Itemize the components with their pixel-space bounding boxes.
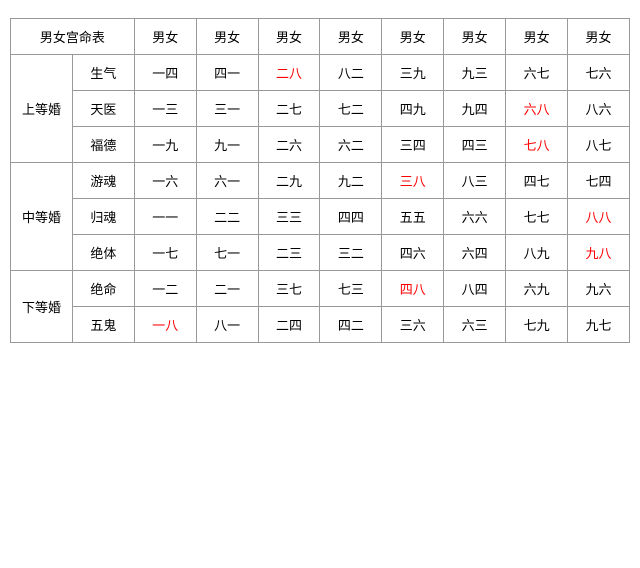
cell-value: 二三: [258, 235, 320, 271]
cell-value: 七六: [568, 55, 630, 91]
col-header-2: 男女: [196, 19, 258, 55]
cell-value: 四八: [382, 271, 444, 307]
col-header-3: 男女: [258, 19, 320, 55]
cell-value: 八三: [444, 163, 506, 199]
cell-value: 二六: [258, 127, 320, 163]
sub-label: 五鬼: [72, 307, 134, 343]
cell-value: 一九: [134, 127, 196, 163]
column-header-row: 男女宫命表 男女 男女 男女 男女 男女 男女 男女 男女: [11, 19, 630, 55]
cell-value: 二四: [258, 307, 320, 343]
header-label: 男女宫命表: [11, 19, 135, 55]
cell-value: 六六: [444, 199, 506, 235]
sub-label: 绝命: [72, 271, 134, 307]
cell-value: 三三: [258, 199, 320, 235]
cell-value: 六二: [320, 127, 382, 163]
cell-value: 七一: [196, 235, 258, 271]
table-row: 天医一三三一二七七二四九九四六八八六: [11, 91, 630, 127]
cell-value: 六九: [506, 271, 568, 307]
cell-value: 二八: [258, 55, 320, 91]
cell-value: 六一: [196, 163, 258, 199]
group-label: 下等婚: [11, 271, 73, 343]
cell-value: 二二: [196, 199, 258, 235]
cell-value: 二七: [258, 91, 320, 127]
cell-value: 九三: [444, 55, 506, 91]
main-table: 男女宫命表 男女 男女 男女 男女 男女 男女 男女 男女 上等婚生气一四四一二…: [10, 18, 630, 343]
cell-value: 四四: [320, 199, 382, 235]
cell-value: 一七: [134, 235, 196, 271]
cell-value: 三一: [196, 91, 258, 127]
cell-value: 七八: [506, 127, 568, 163]
col-header-8: 男女: [568, 19, 630, 55]
sub-label: 归魂: [72, 199, 134, 235]
cell-value: 一四: [134, 55, 196, 91]
cell-value: 八六: [568, 91, 630, 127]
group-label: 中等婚: [11, 163, 73, 271]
table-row: 五鬼一八八一二四四二三六六三七九九七: [11, 307, 630, 343]
col-header-5: 男女: [382, 19, 444, 55]
cell-value: 八二: [320, 55, 382, 91]
cell-value: 四三: [444, 127, 506, 163]
col-header-1: 男女: [134, 19, 196, 55]
table-row: 上等婚生气一四四一二八八二三九九三六七七六: [11, 55, 630, 91]
table-row: 绝体一七七一二三三二四六六四八九九八: [11, 235, 630, 271]
cell-value: 九七: [568, 307, 630, 343]
cell-value: 八七: [568, 127, 630, 163]
sub-label: 天医: [72, 91, 134, 127]
cell-value: 三二: [320, 235, 382, 271]
cell-value: 一六: [134, 163, 196, 199]
table-row: 归魂一一二二三三四四五五六六七七八八: [11, 199, 630, 235]
sub-label: 生气: [72, 55, 134, 91]
cell-value: 三七: [258, 271, 320, 307]
cell-value: 六四: [444, 235, 506, 271]
cell-value: 一八: [134, 307, 196, 343]
sub-label: 游魂: [72, 163, 134, 199]
cell-value: 九八: [568, 235, 630, 271]
cell-value: 四一: [196, 55, 258, 91]
cell-value: 九一: [196, 127, 258, 163]
cell-value: 七九: [506, 307, 568, 343]
cell-value: 九二: [320, 163, 382, 199]
cell-value: 九四: [444, 91, 506, 127]
col-header-6: 男女: [444, 19, 506, 55]
cell-value: 一一: [134, 199, 196, 235]
cell-value: 八一: [196, 307, 258, 343]
cell-value: 八八: [568, 199, 630, 235]
cell-value: 四二: [320, 307, 382, 343]
cell-value: 七二: [320, 91, 382, 127]
cell-value: 五五: [382, 199, 444, 235]
cell-value: 六三: [444, 307, 506, 343]
cell-value: 三四: [382, 127, 444, 163]
cell-value: 四七: [506, 163, 568, 199]
cell-value: 七四: [568, 163, 630, 199]
group-label: 上等婚: [11, 55, 73, 163]
col-header-4: 男女: [320, 19, 382, 55]
cell-value: 四六: [382, 235, 444, 271]
cell-value: 三八: [382, 163, 444, 199]
cell-value: 二一: [196, 271, 258, 307]
sub-label: 绝体: [72, 235, 134, 271]
cell-value: 四九: [382, 91, 444, 127]
cell-value: 三六: [382, 307, 444, 343]
cell-value: 八九: [506, 235, 568, 271]
cell-value: 一二: [134, 271, 196, 307]
cell-value: 六七: [506, 55, 568, 91]
cell-value: 八四: [444, 271, 506, 307]
cell-value: 三九: [382, 55, 444, 91]
table-row: 中等婚游魂一六六一二九九二三八八三四七七四: [11, 163, 630, 199]
cell-value: 九六: [568, 271, 630, 307]
cell-value: 二九: [258, 163, 320, 199]
table-row: 下等婚绝命一二二一三七七三四八八四六九九六: [11, 271, 630, 307]
cell-value: 六八: [506, 91, 568, 127]
table-row: 福德一九九一二六六二三四四三七八八七: [11, 127, 630, 163]
cell-value: 一三: [134, 91, 196, 127]
cell-value: 七七: [506, 199, 568, 235]
col-header-7: 男女: [506, 19, 568, 55]
sub-label: 福德: [72, 127, 134, 163]
cell-value: 七三: [320, 271, 382, 307]
